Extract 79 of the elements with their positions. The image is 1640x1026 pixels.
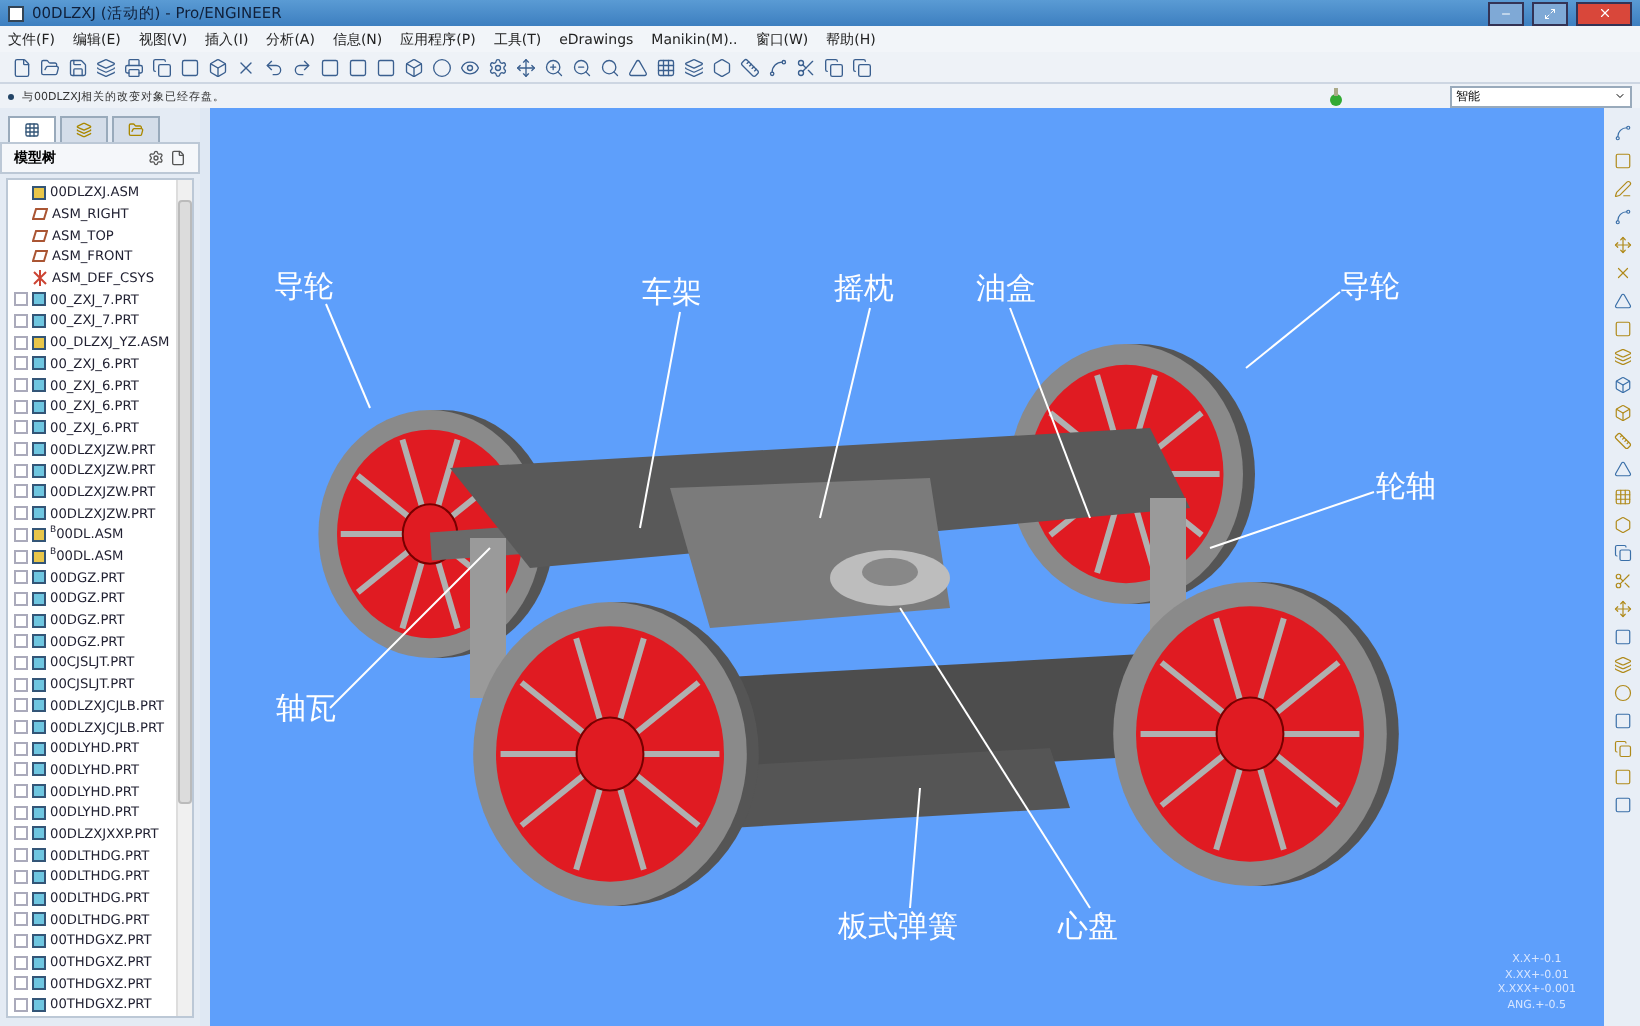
box-icon[interactable]: [1613, 404, 1631, 422]
zoom-out-icon[interactable]: [572, 57, 592, 77]
panel-tab[interactable]: [8, 116, 56, 142]
square-icon[interactable]: [320, 57, 340, 77]
leader-line: [1245, 291, 1341, 369]
close-window-icon[interactable]: [236, 57, 256, 77]
move-icon[interactable]: [1613, 600, 1631, 618]
printer-icon[interactable]: [124, 57, 144, 77]
layers-icon: [76, 122, 92, 138]
dropdown-caret-icon: [1614, 90, 1626, 102]
callout-label: 轮轴: [1376, 468, 1436, 506]
file-icon[interactable]: [12, 57, 32, 77]
bullet-icon: [8, 93, 14, 99]
box-icon[interactable]: [1613, 376, 1631, 394]
circle-icon[interactable]: [1613, 684, 1631, 702]
curve-icon[interactable]: [1613, 124, 1631, 142]
copy-icon[interactable]: [1613, 544, 1631, 562]
grid-icon[interactable]: [656, 57, 676, 77]
callout-label: 轴瓦: [276, 690, 336, 728]
layers-icon[interactable]: [1613, 656, 1631, 674]
copy-icon[interactable]: [824, 57, 844, 77]
callout-label: 心盘: [1058, 908, 1118, 946]
grid-icon[interactable]: [1613, 488, 1631, 506]
copy-icon[interactable]: [1613, 740, 1631, 758]
copy-icon[interactable]: [852, 57, 872, 77]
callout-label: 油盒: [976, 270, 1036, 308]
settings-icon[interactable]: [488, 57, 508, 77]
search-icon[interactable]: [600, 57, 620, 77]
ruler-icon[interactable]: [740, 57, 760, 77]
scissors-icon[interactable]: [1613, 572, 1631, 590]
layers-icon[interactable]: [96, 57, 116, 77]
document-icon[interactable]: [170, 150, 186, 166]
triangle-icon[interactable]: [1613, 460, 1631, 478]
triangle-icon[interactable]: [628, 57, 648, 77]
assembly-icon: [32, 185, 46, 200]
folder-icon[interactable]: [40, 57, 60, 77]
ruler-icon[interactable]: [1613, 432, 1631, 450]
window-icon[interactable]: [180, 57, 200, 77]
settings-icon[interactable]: [148, 150, 164, 166]
callout-label: 摇枕: [834, 270, 894, 308]
app-icon: [8, 5, 24, 21]
minimize-button[interactable]: [1488, 1, 1524, 25]
triangle-icon[interactable]: [1613, 292, 1631, 310]
eye-icon[interactable]: [460, 57, 480, 77]
box-icon[interactable]: [208, 57, 228, 77]
flask-icon: [1330, 87, 1342, 105]
leader-line: [325, 303, 371, 409]
close-button[interactable]: [1576, 1, 1632, 25]
scrollbar[interactable]: [176, 180, 192, 1016]
layers-icon[interactable]: [684, 57, 704, 77]
hexagon-icon[interactable]: [1613, 516, 1631, 534]
close-icon: [1597, 6, 1611, 20]
square-icon[interactable]: [348, 57, 368, 77]
redo-icon[interactable]: [292, 57, 312, 77]
callout-label: 板式弹簧: [838, 908, 958, 946]
assembly-icon: [32, 335, 46, 350]
pan-icon[interactable]: [516, 57, 536, 77]
callout-label: 导轮: [274, 268, 334, 306]
callout-label: 导轮: [1340, 268, 1400, 306]
save-icon[interactable]: [68, 57, 88, 77]
zoom-in-icon[interactable]: [544, 57, 564, 77]
spline-icon[interactable]: [768, 57, 788, 77]
pen-icon[interactable]: [1613, 180, 1631, 198]
folder-icon: [128, 122, 144, 138]
scissors-icon[interactable]: [796, 57, 816, 77]
minimize-icon: [1500, 7, 1512, 19]
square-icon[interactable]: [1613, 796, 1631, 814]
csys-icon: [32, 270, 48, 287]
curve-icon[interactable]: [1613, 208, 1631, 226]
callout-label: 车架: [642, 274, 702, 312]
move-icon[interactable]: [1613, 236, 1631, 254]
square-icon[interactable]: [376, 57, 396, 77]
layers-icon[interactable]: [1613, 348, 1631, 366]
square-icon[interactable]: [1613, 628, 1631, 646]
copy-icon[interactable]: [152, 57, 172, 77]
cross-icon[interactable]: [1613, 264, 1631, 282]
square-icon[interactable]: [1613, 712, 1631, 730]
undo-icon[interactable]: [264, 57, 284, 77]
maximize-button[interactable]: [1532, 1, 1568, 25]
